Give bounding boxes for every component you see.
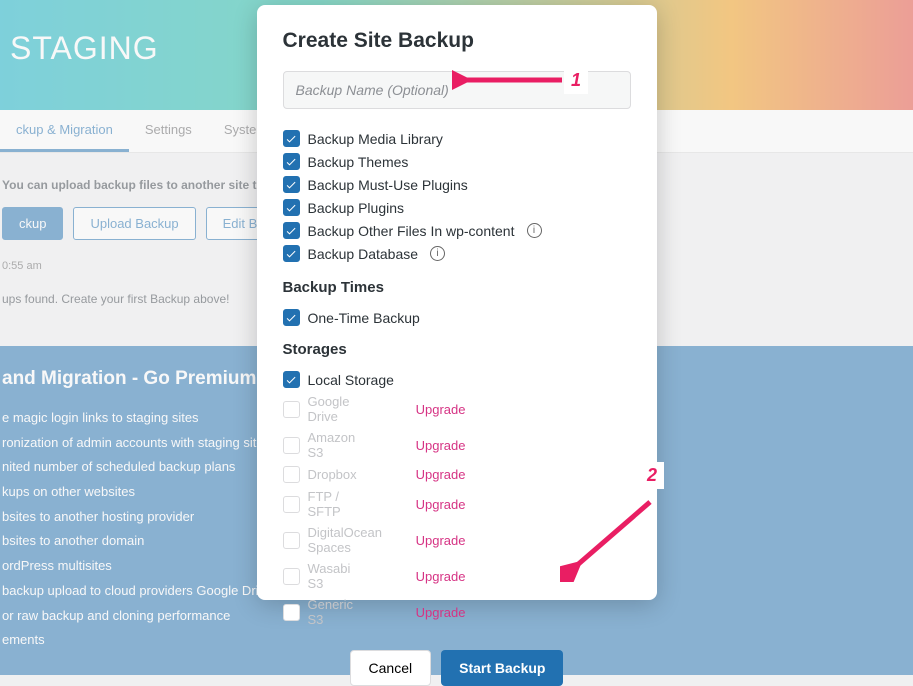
checkbox-icon (283, 199, 300, 216)
storage-local[interactable]: Local Storage (283, 368, 631, 391)
storages-heading: Storages (283, 341, 631, 358)
option-one-time[interactable]: One-Time Backup (283, 306, 631, 329)
storage-label: Wasabi S3 (308, 561, 351, 591)
checkbox-icon (283, 153, 300, 170)
storage-amazon-s3: Amazon S3 Upgrade (283, 427, 631, 463)
checkbox-icon (283, 176, 300, 193)
storage-label: Dropbox (308, 467, 357, 482)
storage-digitalocean: DigitalOcean Spaces Upgrade (283, 522, 631, 558)
option-label: Backup Other Files In wp-content (308, 223, 515, 239)
option-label: Backup Database (308, 246, 419, 262)
info-icon[interactable]: i (527, 223, 542, 238)
option-database[interactable]: Backup Database i (283, 242, 631, 265)
storage-label: Generic S3 (308, 597, 354, 627)
storage-ftp: FTP / SFTP Upgrade (283, 486, 631, 522)
upgrade-link[interactable]: Upgrade (416, 497, 466, 512)
checkbox-icon (283, 222, 300, 239)
checkbox-icon (283, 309, 300, 326)
storage-google-drive: Google Drive Upgrade (283, 391, 631, 427)
storage-label: FTP / SFTP (308, 489, 351, 519)
checkbox-icon (283, 371, 300, 388)
checkbox-icon (283, 130, 300, 147)
storage-label: Local Storage (308, 372, 394, 388)
storage-label: Google Drive (308, 394, 353, 424)
modal-overlay: Create Site Backup Backup Media Library … (0, 0, 913, 610)
backup-name-input[interactable] (283, 71, 631, 109)
upgrade-link[interactable]: Upgrade (416, 605, 466, 620)
checkbox-icon (283, 466, 300, 483)
option-label: Backup Themes (308, 154, 409, 170)
checkbox-icon (283, 245, 300, 262)
upgrade-link[interactable]: Upgrade (416, 467, 466, 482)
start-backup-button[interactable]: Start Backup (441, 650, 563, 686)
cancel-button[interactable]: Cancel (350, 650, 432, 686)
storage-wasabi: Wasabi S3 Upgrade (283, 558, 631, 594)
upgrade-link[interactable]: Upgrade (416, 438, 466, 453)
checkbox-icon (283, 532, 300, 549)
storage-label: DigitalOcean Spaces (308, 525, 388, 555)
option-themes[interactable]: Backup Themes (283, 150, 631, 173)
option-other-files[interactable]: Backup Other Files In wp-content i (283, 219, 631, 242)
option-media-library[interactable]: Backup Media Library (283, 127, 631, 150)
option-label: One-Time Backup (308, 310, 420, 326)
option-label: Backup Plugins (308, 200, 405, 216)
create-backup-modal: Create Site Backup Backup Media Library … (257, 5, 657, 600)
option-label: Backup Media Library (308, 131, 443, 147)
checkbox-icon (283, 568, 300, 585)
upgrade-link[interactable]: Upgrade (416, 569, 466, 584)
backup-times-heading: Backup Times (283, 279, 631, 296)
checkbox-icon (283, 437, 300, 454)
checkbox-icon (283, 401, 300, 418)
option-label: Backup Must-Use Plugins (308, 177, 468, 193)
info-icon[interactable]: i (430, 246, 445, 261)
storage-generic-s3: Generic S3 Upgrade (283, 594, 631, 630)
backup-options-list: Backup Media Library Backup Themes Backu… (283, 127, 631, 265)
option-plugins[interactable]: Backup Plugins (283, 196, 631, 219)
checkbox-icon (283, 496, 300, 513)
option-mu-plugins[interactable]: Backup Must-Use Plugins (283, 173, 631, 196)
upgrade-link[interactable]: Upgrade (416, 402, 466, 417)
checkbox-icon (283, 604, 300, 621)
storage-dropbox: Dropbox Upgrade (283, 463, 631, 486)
modal-title: Create Site Backup (283, 29, 631, 53)
storage-label: Amazon S3 (308, 430, 356, 460)
upgrade-link[interactable]: Upgrade (416, 533, 466, 548)
